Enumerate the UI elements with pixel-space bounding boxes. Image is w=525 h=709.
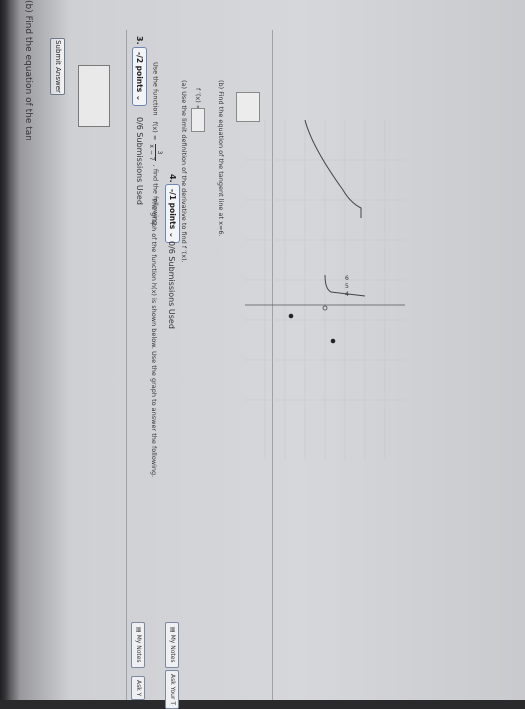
open-endpoint [322, 305, 328, 311]
points-label: -/2 points [135, 52, 144, 93]
submissions-used: 0/6 Submissions Used [135, 117, 144, 205]
fraction-numerator: 3 [155, 144, 163, 161]
grid [245, 120, 405, 460]
ask-teacher-button[interactable]: Ask Your T [165, 670, 179, 709]
notes-icon: ▤ [169, 627, 176, 633]
chevron-down-icon: ⌄ [168, 231, 177, 239]
question-number: 3. [135, 36, 144, 45]
notes-icon: ▤ [135, 627, 142, 633]
my-notes-label: My Notes [135, 634, 142, 663]
chevron-down-icon: ⌄ [135, 94, 144, 102]
fprime-answer-input[interactable] [191, 108, 205, 132]
filled-point [330, 338, 336, 344]
webassign-page: (b) Find the equation of the tangent lin… [0, 0, 525, 709]
my-notes-label: My Notes [169, 634, 176, 663]
question-description: The graph of the function h(x) is shown … [150, 198, 158, 478]
tick-label: 5 [345, 283, 349, 290]
part-b-text: (b) Find the equation of the tangent lin… [217, 80, 225, 237]
ask-teacher-button[interactable]: Ask Y [131, 676, 145, 701]
curve-segment [304, 120, 362, 218]
prompt-intro: Use the function [151, 62, 160, 116]
points-label: -/1 points [168, 189, 177, 230]
fraction: 3 x − 7 [148, 144, 163, 161]
my-notes-button[interactable]: ▤ My Notes [165, 622, 179, 668]
prev-answer-box[interactable] [78, 65, 110, 127]
divider [126, 30, 127, 700]
photo-background: (b) Find the equation of the tangent lin… [0, 0, 525, 709]
my-notes-button[interactable]: ▤ My Notes [131, 622, 145, 668]
points-button[interactable]: -/2 points ⌄ [132, 47, 147, 107]
screen-edge-shadow [0, 0, 20, 700]
part-a-text: (a) Use the limit definition of the deri… [180, 80, 188, 263]
tangent-answer-input[interactable] [236, 92, 260, 122]
function-label: f(x) = [151, 121, 160, 141]
fprime-label: f ′(x) = [194, 88, 202, 111]
submit-answer-button[interactable]: Submit Answer [50, 38, 65, 95]
tick-label: 6 [345, 275, 349, 282]
filled-point [288, 313, 294, 319]
function-graph: 6 5 4 [245, 120, 405, 460]
submissions-used: 0/6 Submissions Used [167, 241, 176, 329]
question-number: 4. [168, 174, 177, 183]
points-button[interactable]: -/1 points ⌄ [165, 184, 180, 244]
fraction-denominator: x − 7 [148, 144, 155, 161]
